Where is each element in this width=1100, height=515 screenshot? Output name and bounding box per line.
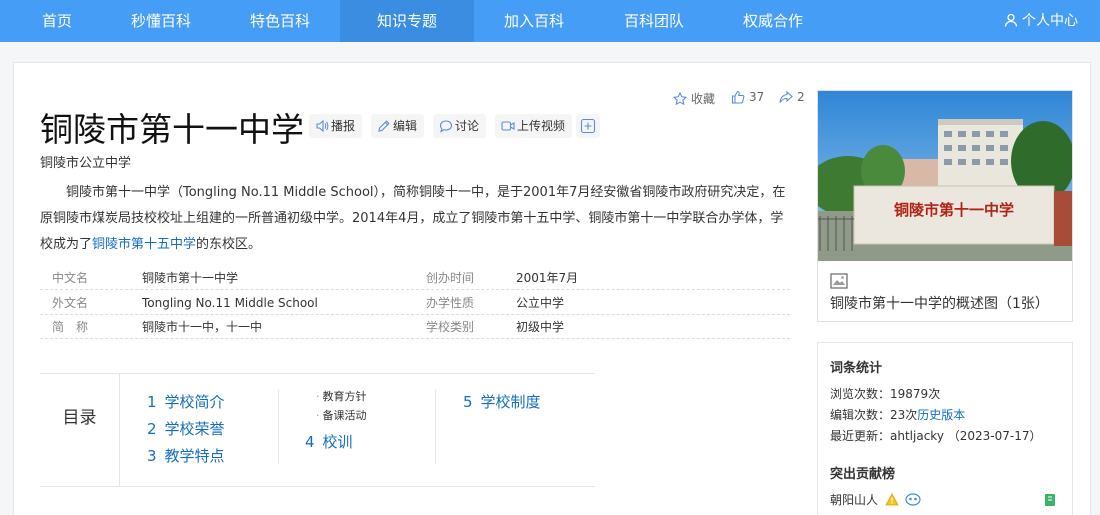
user-center-label: 个人中心 [1022, 13, 1078, 29]
toc-number: 3 [147, 447, 157, 465]
toc-divider [278, 390, 279, 464]
updated-label: 最近更新： [830, 429, 891, 443]
speaker-icon [316, 119, 329, 133]
toc-label: 校训 [322, 433, 353, 451]
contributor-line[interactable]: 朝阳山人 [830, 491, 921, 508]
toc-label: 学校制度 [480, 393, 541, 411]
toc-divider [435, 390, 436, 464]
info-value: 铜陵市十一中，十一中 [142, 320, 263, 334]
bookmark-icon[interactable] [1044, 493, 1056, 507]
page-title: 铜陵市第十一中学 [40, 110, 304, 149]
contrib-title: 突出贡献榜 [830, 467, 896, 482]
info-value: Tongling No.11 Middle School [142, 296, 318, 310]
toc-label: 学校简介 [164, 393, 225, 411]
thumbs-up-icon [731, 90, 745, 104]
nav-join[interactable]: 加入百科 [492, 0, 576, 42]
history-link[interactable]: 历史版本 [917, 408, 965, 422]
add-button[interactable] [576, 114, 600, 138]
share-button[interactable]: 2 [779, 90, 805, 104]
toc-item-5[interactable]: 5 学校制度 [463, 391, 541, 412]
summary-tail: 的东校区。 [196, 237, 262, 252]
user-icon [1004, 13, 1018, 27]
user-center-link[interactable]: 个人中心 [1004, 0, 1078, 42]
table-of-contents: 目录 1 学校简介 2 学校荣誉 3 教学特点 教育方针 备课活动 4 校训 5 学校制度 [40, 373, 595, 487]
updated-line: 最近更新：ahtljacky （2023-07-17） [830, 427, 1041, 444]
edits-value: 23次 [890, 408, 918, 422]
edit-button[interactable]: 编辑 [371, 114, 425, 138]
toc-number: 5 [463, 393, 473, 411]
discuss-label: 讨论 [455, 119, 480, 133]
info-row: 简 称 铜陵市十一中，十一中 学校类别 初级中学 [40, 315, 790, 339]
gate-sign-text: 铜陵市第十一中学 [894, 201, 1014, 219]
edit-label: 编辑 [393, 119, 418, 133]
info-label: 中文名 [52, 271, 89, 285]
nav-home[interactable]: 首页 [22, 0, 92, 42]
chat-bubble-icon [439, 120, 453, 133]
top-nav: 首页 秒懂百科 特色百科 知识专题 加入百科 百科团队 权威合作 个人中心 [0, 0, 1100, 42]
nav-zhuanti[interactable]: 知识专题 [340, 0, 474, 42]
summary-paragraph: 铜陵市第十一中学（Tongling No.11 Middle School），简… [40, 180, 792, 258]
toc-label: 教学特点 [164, 447, 225, 465]
toc-item-2[interactable]: 2 学校荣誉 [147, 418, 225, 439]
image-caption-text: 铜陵市第十一中学的概述图（1张） [830, 296, 1049, 312]
views-label: 浏览次数： [830, 387, 891, 401]
nav-team[interactable]: 百科团队 [612, 0, 696, 42]
info-value: 铜陵市第十一中学 [142, 271, 239, 285]
nav-miaodong[interactable]: 秒懂百科 [120, 0, 202, 42]
updated-value: ahtljacky （2023-07-17） [890, 429, 1042, 443]
badge-icon [905, 493, 921, 506]
favorite-label: 收藏 [691, 92, 716, 106]
info-label: 简 称 [52, 320, 89, 334]
info-value: 2001年7月 [516, 271, 579, 285]
toc-subitem[interactable]: 备课活动 [316, 407, 367, 423]
page-subtitle: 铜陵市公立中学 [40, 156, 132, 171]
edits-line: 编辑次数：23次历史版本 [830, 406, 965, 423]
star-icon [672, 91, 688, 106]
discuss-button[interactable]: 讨论 [433, 114, 487, 138]
gallery-icon [830, 273, 848, 289]
info-label: 外文名 [52, 296, 89, 310]
info-row: 中文名 铜陵市第十一中学 创办时间 2001年7月 [40, 266, 790, 290]
info-label: 学校类别 [426, 320, 475, 334]
toc-item-3[interactable]: 3 教学特点 [147, 445, 225, 466]
pencil-icon [378, 120, 390, 132]
toc-number: 1 [147, 393, 157, 411]
like-button[interactable]: 37 [731, 90, 764, 104]
toc-item-4[interactable]: 4 校训 [305, 431, 353, 452]
nav-tese[interactable]: 特色百科 [238, 0, 322, 42]
upload-video-label: 上传视频 [517, 119, 566, 133]
upload-video-button[interactable]: 上传视频 [495, 114, 573, 138]
summary-image-card[interactable]: 铜陵市第十一中学 铜陵市第十一中学的概述图（1张） [817, 90, 1073, 322]
toc-number: 4 [305, 433, 315, 451]
info-row: 外文名 Tongling No.11 Middle School 办学性质 公立… [40, 291, 790, 315]
image-caption[interactable]: 铜陵市第十一中学的概述图（1张） [830, 271, 1066, 315]
views-value: 19879次 [890, 387, 941, 401]
summary-link[interactable]: 铜陵市第十五中学 [92, 237, 196, 252]
info-value: 初级中学 [516, 320, 565, 334]
toc-item-1[interactable]: 1 学校简介 [147, 391, 225, 412]
toc-subitem[interactable]: 教育方针 [316, 388, 367, 404]
toc-number: 2 [147, 420, 157, 438]
share-icon [779, 90, 793, 103]
toc-label: 学校荣誉 [164, 420, 225, 438]
school-photo[interactable]: 铜陵市第十一中学 [818, 91, 1072, 261]
info-label: 办学性质 [426, 296, 475, 310]
info-label: 创办时间 [426, 271, 475, 285]
share-count: 2 [797, 90, 805, 104]
video-icon [501, 121, 515, 131]
views-line: 浏览次数：19879次 [830, 385, 940, 402]
stats-title: 词条统计 [830, 361, 883, 376]
like-count: 37 [749, 90, 765, 104]
favorite-button[interactable]: 收藏 [672, 90, 716, 107]
info-value: 公立中学 [516, 296, 565, 310]
entry-stats-card: 词条统计 浏览次数：19879次 编辑次数：23次历史版本 最近更新：ahtlj… [817, 342, 1073, 515]
nav-cooperation[interactable]: 权威合作 [731, 0, 815, 42]
plus-square-icon [580, 118, 596, 134]
toc-heading: 目录 [40, 374, 120, 486]
warning-badge-icon [885, 493, 899, 506]
speak-button[interactable]: 播报 [309, 114, 363, 138]
contributor-name[interactable]: 朝阳山人 [830, 493, 878, 507]
edits-label: 编辑次数： [830, 408, 891, 422]
speak-label: 播报 [331, 119, 356, 133]
